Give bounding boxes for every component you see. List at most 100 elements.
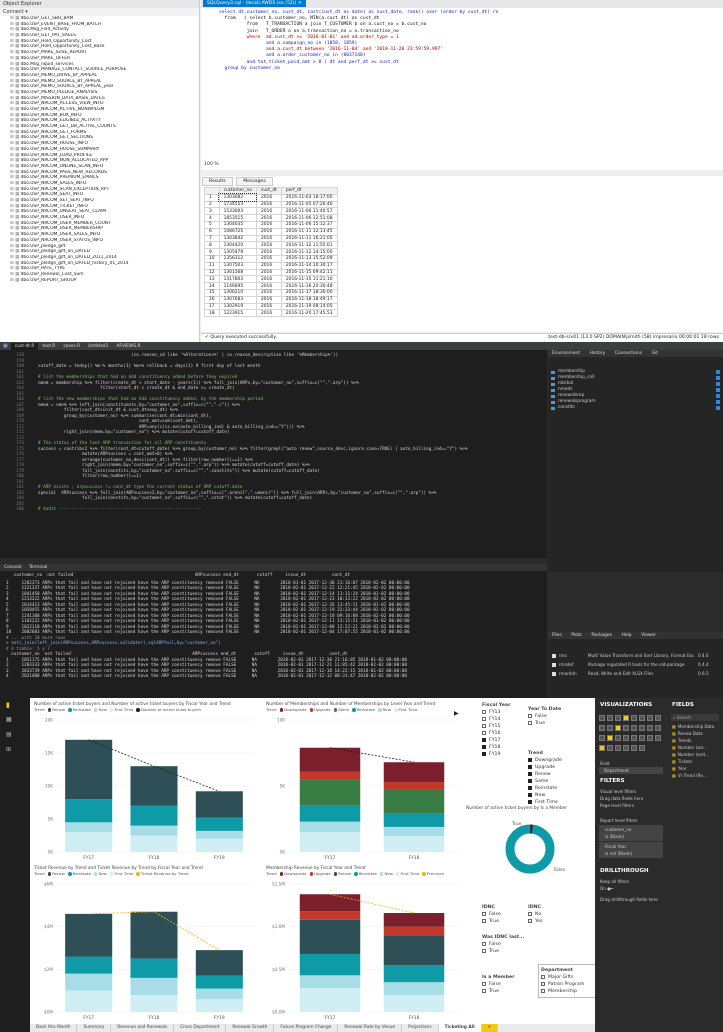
column-header[interactable]: perf_dt [280,187,338,195]
bar-segment[interactable] [195,999,243,1012]
tab-files[interactable]: Files [548,632,566,639]
column-header[interactable] [204,187,220,195]
play-axis-icon[interactable]: ▶ [454,710,459,717]
table-cell[interactable]: 2016-11-15 11:21:10 [280,275,338,284]
visual-type-icon[interactable] [599,745,605,751]
column-header[interactable]: customer_no [218,187,257,195]
bar-segment[interactable] [130,911,178,959]
tab-terminal[interactable]: Terminal [29,565,48,570]
bar-segment[interactable] [299,953,361,976]
table-cell[interactable]: 2016 [255,309,282,318]
bar-segment[interactable] [65,832,113,852]
checkbox-icon[interactable] [528,757,532,762]
table-cell[interactable]: 18 [204,309,220,318]
bar-segment[interactable] [383,913,445,927]
table-cell[interactable]: 2016-11-14 10:30:17 [280,261,338,270]
table-cell[interactable]: 2016-11-05 07:26:46 [280,200,338,209]
tab-afviews[interactable]: AFVIEWS.R [112,343,144,350]
query-editor[interactable]: SQLQuery3.sql - (local).AWDS (sa (52)) ✕… [201,0,723,170]
slicer-option[interactable]: Patron Program [541,981,593,988]
bar-segment[interactable] [65,822,113,833]
table-cell[interactable]: 2016-11-17 18:36:00 [280,288,338,297]
legend-item[interactable]: Reinstate [357,707,375,712]
table-cell[interactable]: 1302919 [218,302,257,311]
table-row[interactable]: 4 1853515 2016 2016-11-06 12:51:08 [204,214,338,222]
visual-type-icon[interactable] [623,735,629,741]
table-row[interactable]: 18 1223915 2016 2016-11-20 17:45:53 [204,309,338,318]
table-cell[interactable]: 2016 [255,261,282,270]
tab-cases[interactable]: cases.R [59,343,84,350]
tab-cust-dt[interactable]: cust-dt.R [10,342,39,350]
table-row[interactable]: 2 1734553 2016 2016-11-05 07:26:46 [204,200,338,209]
checkbox-icon[interactable] [482,948,486,953]
bar-segment[interactable] [383,926,445,936]
tab-messages[interactable]: Messages [236,177,273,186]
checkbox-icon[interactable] [528,911,532,916]
field-item[interactable]: ▦ Vr Trend (Re... [667,772,723,779]
table-row[interactable]: 8 1304420 2016 2016-11-12 11:55:01 [204,241,338,250]
visual-type-icon[interactable] [639,715,645,721]
table-cell[interactable]: 2016 [255,200,282,209]
bar-segment[interactable] [195,838,243,852]
slicer-department[interactable]: Department Major Gifts Patron Program Membe… [538,964,596,998]
table-cell[interactable]: 2016 [255,248,282,256]
page-tab[interactable]: Renewal Growth [226,1024,275,1032]
legend-item[interactable]: Reinstate [73,871,91,876]
table-cell[interactable]: 2016-11-06 11:40:57 [280,207,338,216]
field-item[interactable]: ▦ Number (sor... [667,744,723,751]
slicer-option[interactable]: FY19 [482,751,532,758]
bar-segment[interactable] [299,771,361,780]
tree-item[interactable]: dbo.USP_REPORT_GROUP [10,278,199,284]
package-row[interactable]: rmarkdn Read, Write and Edit XLSX Files 0.… [548,669,723,678]
bar-segment[interactable] [383,813,445,827]
slicer-option[interactable]: FY18 [482,744,532,751]
checkbox-icon[interactable] [482,709,486,714]
legend-item[interactable]: Upgrade [314,707,331,712]
table-cell[interactable]: 2016 [255,193,282,202]
results-grid[interactable]: customer_no cust_dt perf_dt 1 1303082 2016 201… [204,187,338,318]
table-cell[interactable]: 2016 [255,234,282,243]
page-tab[interactable]: Revenue and Renewals [111,1024,175,1032]
chart-ticket-revenue[interactable]: Ticket Revenue by Trend and Ticket Reven… [34,866,258,1022]
table-cell[interactable]: 17 [204,302,220,311]
legend-item[interactable]: New [383,707,392,712]
tab-plots[interactable]: Plots [567,632,586,639]
bar-segment[interactable] [383,836,445,852]
slicer-fiscal-year[interactable]: Fiscal Year FY13 FY14 FY15 FY16 FY17 FY18 FY19 [482,702,532,758]
bar-segment[interactable] [383,994,445,1012]
visual-type-icon[interactable] [615,745,621,751]
filter-drop-zone[interactable]: Drag data fields here [595,795,667,802]
table-cell[interactable]: 2016-11-11 12:13:45 [280,227,338,236]
table-cell[interactable]: 11 [204,261,220,270]
data-view-icon[interactable]: ▤ [0,727,30,742]
bar-segment[interactable] [65,956,113,974]
slicer-option[interactable]: Yes [528,918,568,925]
table-cell[interactable]: 2016 [255,282,282,290]
table-cell[interactable]: 14 [204,282,220,290]
table-row[interactable]: 12 1301568 2016 2016-11-15 09:42:11 [204,268,338,277]
page-tab[interactable]: Future Program Change [274,1024,339,1032]
slicer-option[interactable]: False [482,981,532,988]
table-cell[interactable]: 2016 [255,227,282,236]
table-cell[interactable]: 9 [204,248,220,256]
table-cell[interactable]: 8 [204,241,220,250]
tab-test[interactable]: test.R [38,343,59,350]
table-cell[interactable]: 5 [204,220,220,229]
visual-type-icon[interactable] [655,725,661,731]
visual-type-icon[interactable] [607,715,613,721]
checkbox-icon[interactable] [552,671,556,676]
table-row[interactable]: 5 1304035 2016 2016-11-06 15:12:37 [204,220,338,229]
slicer-option[interactable]: No [528,911,568,918]
bar-segment[interactable] [65,739,113,800]
table-cell[interactable]: 1304035 [218,220,257,229]
package-row[interactable]: rmsdef Package regulated R tools for the … [548,660,723,669]
table-cell[interactable]: 1086725 [218,227,257,236]
filter-card-customer[interactable]: customer_no is (Blank) [599,825,663,841]
page-tab[interactable]: Projections [402,1024,439,1032]
table-cell[interactable]: 2016-11-12 14:15:00 [280,248,338,256]
slicer-option[interactable]: True [482,988,532,995]
table-cell[interactable]: 2016-11-11 16:21:05 [280,234,338,243]
table-row[interactable]: 7 1303842 2016 2016-11-11 16:21:05 [204,234,338,243]
values-field[interactable]: Department [599,767,663,774]
checkbox-icon[interactable] [528,771,532,776]
